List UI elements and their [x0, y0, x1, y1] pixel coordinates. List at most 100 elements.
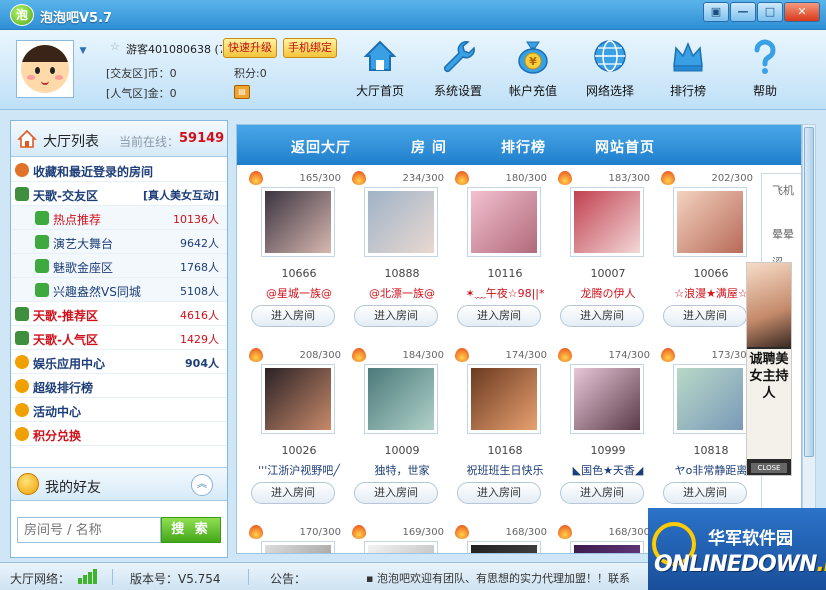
category-icon	[35, 211, 49, 225]
room-id: 10026	[281, 444, 317, 457]
phone-bind-button[interactable]: 手机绑定	[283, 38, 337, 58]
hot-flame-icon	[352, 525, 366, 539]
search-button[interactable]: 搜 索	[161, 517, 221, 543]
enter-room-button[interactable]: 进入房间	[663, 482, 747, 504]
notice-text[interactable]: ▪ 泡泡吧欢迎有团队、有思想的实力代理加盟！！联系	[366, 570, 630, 586]
sidebar-item-count: 5108人	[180, 285, 219, 298]
sidebar-item[interactable]: 兴趣盎然VS同城 5108人	[11, 278, 227, 302]
category-icon	[15, 187, 29, 201]
sidebar-item[interactable]: 演艺大舞台 9642人	[11, 230, 227, 254]
sidebar-item[interactable]: 积分兑换	[11, 422, 227, 446]
sidebar-item-label: 演艺大舞台	[53, 237, 114, 251]
nav-account-recharge[interactable]: ¥ 帐户充值	[503, 36, 563, 99]
room-thumbnail[interactable]	[261, 364, 335, 434]
room-thumbnail[interactable]	[673, 364, 747, 434]
promo-close-button[interactable]: CLOSE	[751, 463, 787, 473]
vertical-scrollbar[interactable]	[802, 124, 816, 554]
tab-website-home[interactable]: 网站首页	[595, 137, 655, 157]
side-panel-text: 飞机	[772, 184, 794, 197]
skin-button[interactable]: ▣	[703, 2, 729, 22]
enter-room-button[interactable]: 进入房间	[560, 305, 644, 327]
tab-ranking[interactable]: 排行榜	[501, 137, 546, 157]
category-icon	[15, 403, 29, 417]
hall-sidebar: 大厅列表 当前在线： 59149 收藏和最近登录的房间 天歌-交友区 [真人美女互动…	[10, 120, 228, 558]
hot-flame-icon	[249, 171, 263, 185]
sidebar-item[interactable]: 魅歌金座区 1768人	[11, 254, 227, 278]
enter-room-button[interactable]: 进入房间	[560, 482, 644, 504]
sidebar-item-label: 娱乐应用中心	[33, 357, 106, 371]
sidebar-item[interactable]: 收藏和最近登录的房间	[11, 158, 227, 182]
enter-room-button[interactable]: 进入房间	[663, 305, 747, 327]
room-capacity: 174/300	[608, 350, 650, 361]
promo-banner[interactable]: 诚聘美女主持人 CLOSE	[746, 262, 792, 476]
promo-text: 诚聘美女主持人	[747, 349, 791, 459]
room-thumbnail[interactable]	[467, 364, 541, 434]
sidebar-item-label: 魅歌金座区	[53, 261, 114, 275]
sidebar-item[interactable]: 超级排行榜	[11, 374, 227, 398]
hot-flame-icon	[352, 171, 366, 185]
quick-upgrade-button[interactable]: 快速升级	[223, 38, 277, 58]
enter-room-button[interactable]: 进入房间	[457, 482, 541, 504]
enter-room-button[interactable]: 进入房间	[251, 482, 335, 504]
friends-header[interactable]: 我的好友 ︽	[11, 467, 227, 501]
sidebar-item-label: 超级排行榜	[33, 381, 94, 395]
friends-title: 我的好友	[45, 480, 101, 496]
nav-help[interactable]: 帮助	[735, 36, 795, 99]
room-capacity: 168/300	[505, 527, 547, 538]
room-capacity: 173/300	[711, 350, 753, 361]
treasure-icon[interactable]: ▤	[234, 85, 250, 99]
room-name: ✶﹏午夜☆98||*	[465, 287, 545, 300]
sidebar-item-count: 1429人	[180, 333, 219, 346]
tab-rooms[interactable]: 房 间	[411, 137, 447, 157]
close-button[interactable]: ✕	[784, 2, 820, 22]
tab-back-to-hall[interactable]: 返回大厅	[291, 137, 351, 157]
nav-leaderboard[interactable]: 排行榜	[658, 36, 718, 99]
nav-hall-home[interactable]: 大厅首页	[350, 36, 410, 99]
sidebar-item[interactable]: 活动中心	[11, 398, 227, 422]
category-icon	[35, 259, 49, 273]
room-thumbnail[interactable]	[261, 541, 335, 553]
online-label: 当前在线：	[119, 135, 180, 149]
crown-icon	[673, 42, 703, 72]
status-dropdown-icon[interactable]: ▼	[76, 44, 90, 58]
room-capacity: 170/300	[299, 527, 341, 538]
room-thumbnail[interactable]	[570, 364, 644, 434]
sidebar-item-count: [真人美女互动]	[142, 189, 219, 202]
enter-room-button[interactable]: 进入房间	[354, 482, 438, 504]
sidebar-item[interactable]: 天歌-人气区 1429人	[11, 326, 227, 350]
hall-list-header: 大厅列表 当前在线： 59149	[11, 121, 227, 157]
scrollbar-thumb[interactable]	[804, 127, 814, 457]
sidebar-item[interactable]: 娱乐应用中心 904人	[11, 350, 227, 374]
room-thumbnail[interactable]	[364, 541, 438, 553]
room-thumbnail[interactable]	[467, 541, 541, 553]
enter-room-button[interactable]: 进入房间	[251, 305, 335, 327]
room-id: 10818	[693, 444, 729, 457]
sidebar-item[interactable]: 天歌-交友区 [真人美女互动]	[11, 182, 227, 206]
room-search-input[interactable]	[17, 517, 161, 543]
room-thumbnail[interactable]	[467, 187, 541, 257]
minimize-button[interactable]: —	[730, 2, 756, 22]
avatar[interactable]	[16, 40, 74, 98]
collapse-friends-button[interactable]: ︽	[191, 474, 213, 496]
room-thumbnail[interactable]	[570, 187, 644, 257]
sidebar-item-label: 兴趣盎然VS同城	[53, 285, 141, 299]
room-thumbnail[interactable]	[364, 364, 438, 434]
sidebar-item-count: 10136人	[173, 213, 219, 226]
enter-room-button[interactable]: 进入房间	[457, 305, 541, 327]
sidebar-item[interactable]: 热点推荐 10136人	[11, 206, 227, 230]
hot-flame-icon	[455, 525, 469, 539]
sidebar-item-label: 活动中心	[33, 405, 82, 419]
sidebar-item-label: 天歌-人气区	[33, 333, 98, 347]
room-thumbnail[interactable]	[673, 187, 747, 257]
maximize-button[interactable]: □	[757, 2, 783, 22]
hot-flame-icon	[558, 171, 572, 185]
nav-system-settings[interactable]: 系统设置	[428, 36, 488, 99]
room-thumbnail[interactable]	[570, 541, 644, 553]
nav-network-select[interactable]: 网络选择	[580, 36, 640, 99]
smiley-icon	[17, 473, 39, 495]
room-thumbnail[interactable]	[261, 187, 335, 257]
room-list-panel: 返回大厅 房 间 排行榜 网站首页 165/300 10666 @星城一族@ 进入房间…	[236, 124, 802, 554]
sidebar-item[interactable]: 天歌-推荐区 4616人	[11, 302, 227, 326]
enter-room-button[interactable]: 进入房间	[354, 305, 438, 327]
room-thumbnail[interactable]	[364, 187, 438, 257]
